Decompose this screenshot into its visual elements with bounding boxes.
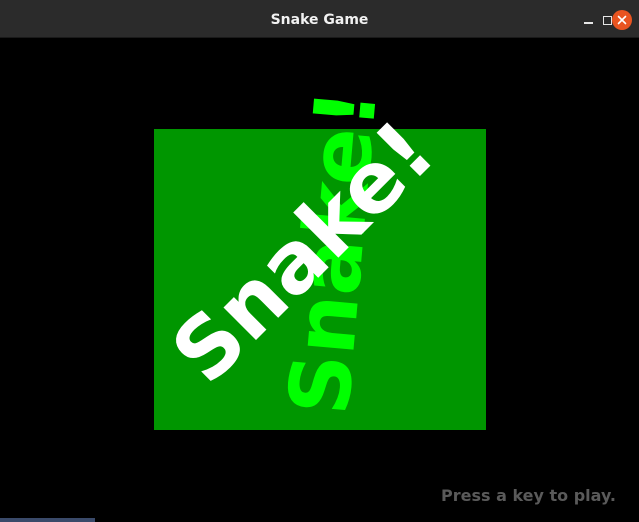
window-title: Snake Game: [270, 12, 369, 28]
close-icon: [617, 15, 627, 25]
title-bar[interactable]: Snake Game: [0, 0, 639, 38]
taskbar-edge: [0, 518, 95, 522]
maximize-icon: [602, 15, 612, 25]
minimize-button[interactable]: [578, 10, 598, 30]
game-canvas[interactable]: Snake! Snake! Press a key to play.: [0, 38, 639, 522]
minimize-icon: [583, 22, 593, 24]
close-button[interactable]: [612, 10, 632, 30]
app-window: Snake Game Snake! Snake! Press a key to …: [0, 0, 639, 522]
press-key-prompt: Press a key to play.: [441, 486, 617, 505]
